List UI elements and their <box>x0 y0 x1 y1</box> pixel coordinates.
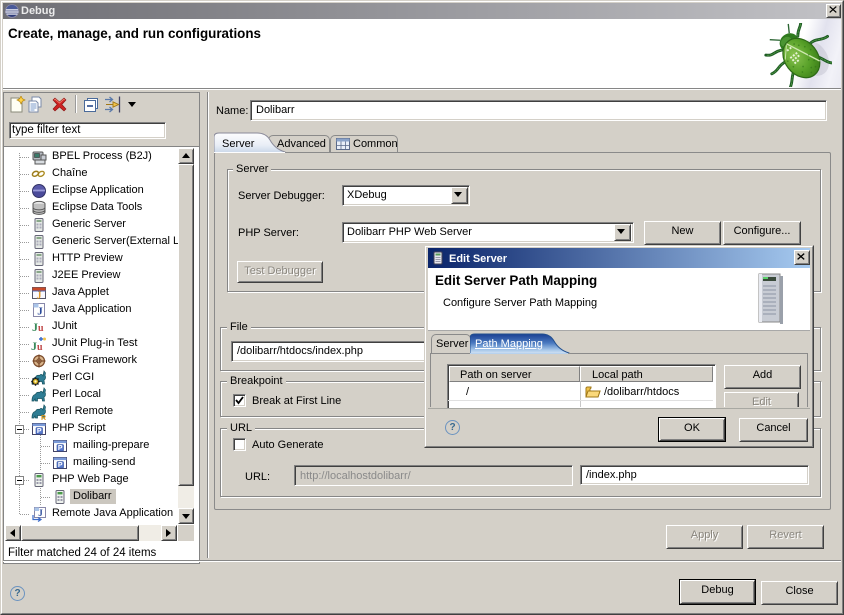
svg-text:J: J <box>38 508 43 518</box>
svg-text:P: P <box>58 445 63 452</box>
svg-text:J: J <box>37 306 43 318</box>
svg-text:R: R <box>41 415 46 420</box>
svg-text:u: u <box>37 342 43 352</box>
svg-text:P: P <box>58 462 63 469</box>
svg-text:P: P <box>37 428 42 435</box>
svg-text:J: J <box>37 291 42 302</box>
svg-text:u: u <box>38 323 44 334</box>
